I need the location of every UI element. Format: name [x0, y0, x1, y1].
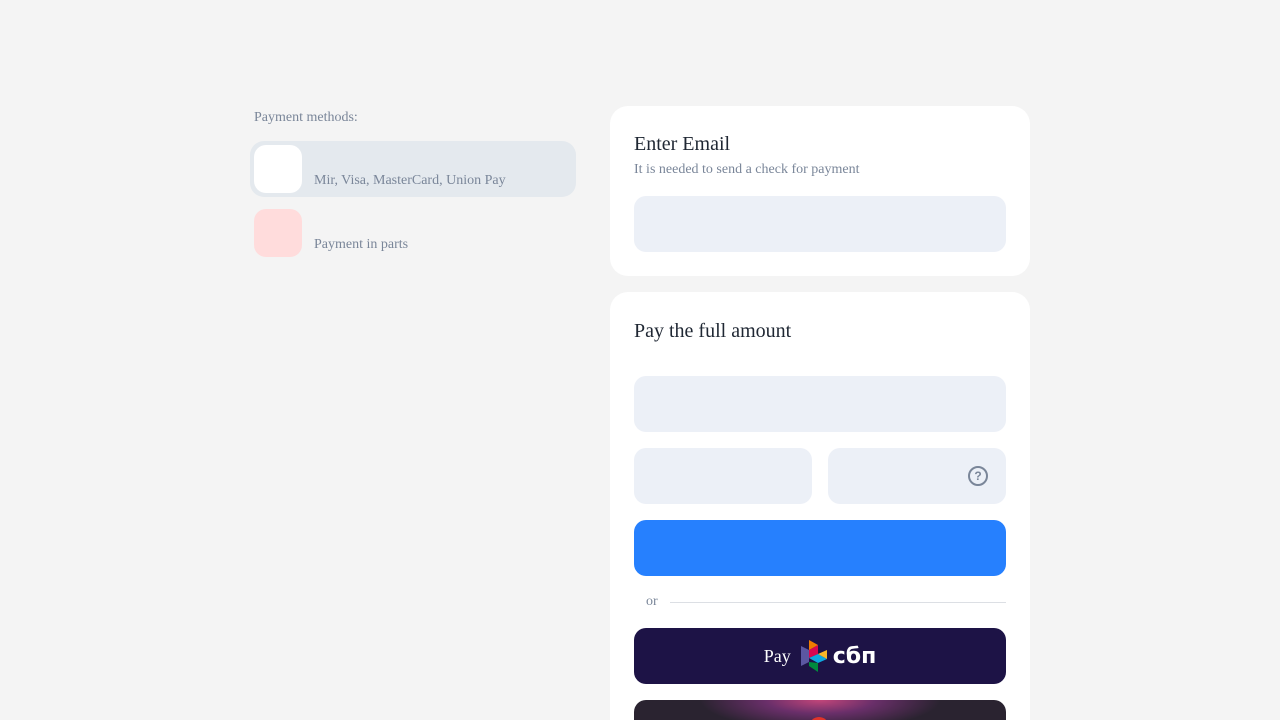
pay-card-title: Pay the full amount [634, 320, 792, 342]
pay-button[interactable] [634, 520, 1006, 576]
payment-methods-title: Payment methods: [254, 110, 358, 125]
payment-method-label: Payment in parts [314, 237, 409, 252]
or-divider: or [634, 592, 1006, 612]
sbp-logo-text: сбп [832, 643, 877, 669]
parts-method-logo [254, 209, 302, 257]
sbp-pay-button[interactable]: Pay сбп [634, 628, 1006, 684]
card-number-input[interactable] [634, 376, 1006, 432]
help-circle-icon[interactable]: ? [968, 466, 988, 486]
expiry-input[interactable] [634, 448, 812, 504]
sbp-pay-prefix: Pay [763, 645, 791, 666]
wallet-pay-button[interactable] [634, 700, 1006, 720]
email-card-subtitle: It is needed to send a check for payment [634, 162, 860, 177]
email-input[interactable] [634, 196, 1006, 252]
or-label: or [646, 594, 658, 609]
card-method-logo [254, 145, 302, 193]
email-card: Enter Email It is needed to send a check… [610, 106, 1030, 276]
payment-method-card[interactable]: Mir, Visa, MasterCard, Union Pay [250, 141, 576, 197]
divider-line [670, 602, 1006, 603]
pay-card: Pay the full amount ? or Pay сбп [610, 292, 1030, 720]
payment-page: Payment methods: Mir, Visa, MasterCard, … [0, 0, 1280, 720]
email-card-title: Enter Email [634, 133, 731, 155]
sbp-logo-icon [800, 640, 827, 672]
payment-method-label: Mir, Visa, MasterCard, Union Pay [314, 173, 506, 188]
payment-method-parts[interactable]: Payment in parts [250, 205, 576, 261]
